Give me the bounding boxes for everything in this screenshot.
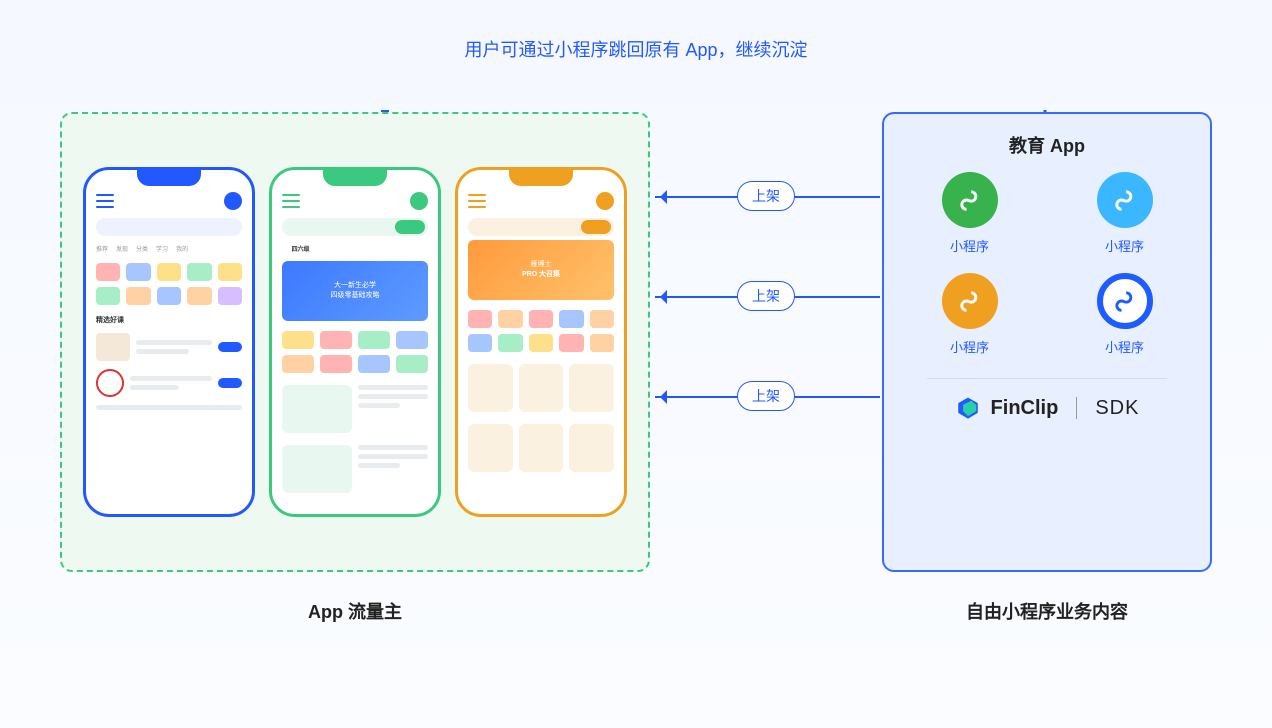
miniprogram-label: 小程序 — [950, 236, 989, 255]
phone-mockup-orange: 雁博士PRO 大召集 — [455, 167, 627, 517]
category-icons — [272, 325, 438, 379]
card-row — [458, 418, 624, 478]
promo-banner: 雁博士PRO 大召集 — [468, 240, 614, 300]
sdk-text: SDK — [1095, 397, 1139, 420]
miniprogram-item: 小程序 — [922, 172, 1017, 255]
card-row — [272, 379, 438, 439]
finclip-brand-text: FinClip — [991, 397, 1059, 420]
education-app-title: 教育 App — [1009, 132, 1085, 158]
phone-header — [272, 188, 438, 214]
category-icons — [458, 304, 624, 358]
card-row — [272, 439, 438, 499]
miniprogram-grid: 小程序 小程序 小程序 小程序 — [904, 172, 1190, 356]
phone-header — [458, 188, 624, 214]
divider — [927, 378, 1167, 379]
promo-banner: 大一新生必学四级零基础攻略 — [282, 261, 428, 321]
phone-mockup-green: 四六级 大一新生必学四级零基础攻略 — [269, 167, 441, 517]
miniprogram-icon — [1097, 172, 1153, 228]
avatar-icon — [410, 192, 428, 210]
menu-icon — [468, 194, 486, 208]
menu-icon — [282, 194, 300, 208]
app-traffic-owner-box: 推荐发现分类学习我的 精选好课 四六级 大一新生必学四级零基础攻略 — [60, 112, 650, 572]
miniprogram-label: 小程序 — [950, 337, 989, 356]
miniprogram-label: 小程序 — [1105, 337, 1144, 356]
miniprogram-icon — [942, 172, 998, 228]
finclip-logo-icon — [955, 395, 981, 421]
phone-notch — [137, 170, 201, 186]
search-bar — [282, 218, 428, 236]
miniprogram-icon — [1097, 273, 1153, 329]
miniprogram-item: 小程序 — [922, 273, 1017, 356]
shelf-label: 上架 — [737, 181, 795, 211]
top-return-label: 用户可通过小程序跳回原有 App，继续沉淀 — [464, 36, 807, 62]
diagram-canvas: 推荐发现分类学习我的 精选好课 四六级 大一新生必学四级零基础攻略 — [60, 110, 1212, 638]
search-bar — [96, 218, 242, 236]
shelf-label: 上架 — [737, 281, 795, 311]
miniprogram-icon — [942, 273, 998, 329]
right-caption: 自由小程序业务内容 — [882, 598, 1212, 624]
miniprogram-label: 小程序 — [1105, 236, 1144, 255]
education-app-box: 教育 App 小程序 小程序 小程序 — [882, 112, 1212, 572]
card-row — [458, 358, 624, 418]
phone-mockup-blue: 推荐发现分类学习我的 精选好课 — [83, 167, 255, 517]
category-tabs: 四六级 — [272, 240, 438, 257]
list-item — [86, 329, 252, 365]
avatar-icon — [224, 192, 242, 210]
shelf-label: 上架 — [737, 381, 795, 411]
search-bar — [468, 218, 614, 236]
category-icons — [86, 257, 252, 311]
phone-notch — [509, 170, 573, 186]
left-caption: App 流量主 — [60, 598, 650, 624]
section-title: 精选好课 — [86, 311, 252, 329]
category-tabs: 推荐发现分类学习我的 — [86, 240, 252, 257]
menu-icon — [96, 194, 114, 208]
list-item — [86, 401, 252, 414]
list-item — [86, 365, 252, 401]
vertical-divider — [1076, 397, 1077, 419]
phone-notch — [323, 170, 387, 186]
finclip-sdk-badge: FinClip SDK — [955, 395, 1140, 421]
miniprogram-item: 小程序 — [1077, 273, 1172, 356]
avatar-icon — [596, 192, 614, 210]
phone-header — [86, 188, 252, 214]
miniprogram-item: 小程序 — [1077, 172, 1172, 255]
